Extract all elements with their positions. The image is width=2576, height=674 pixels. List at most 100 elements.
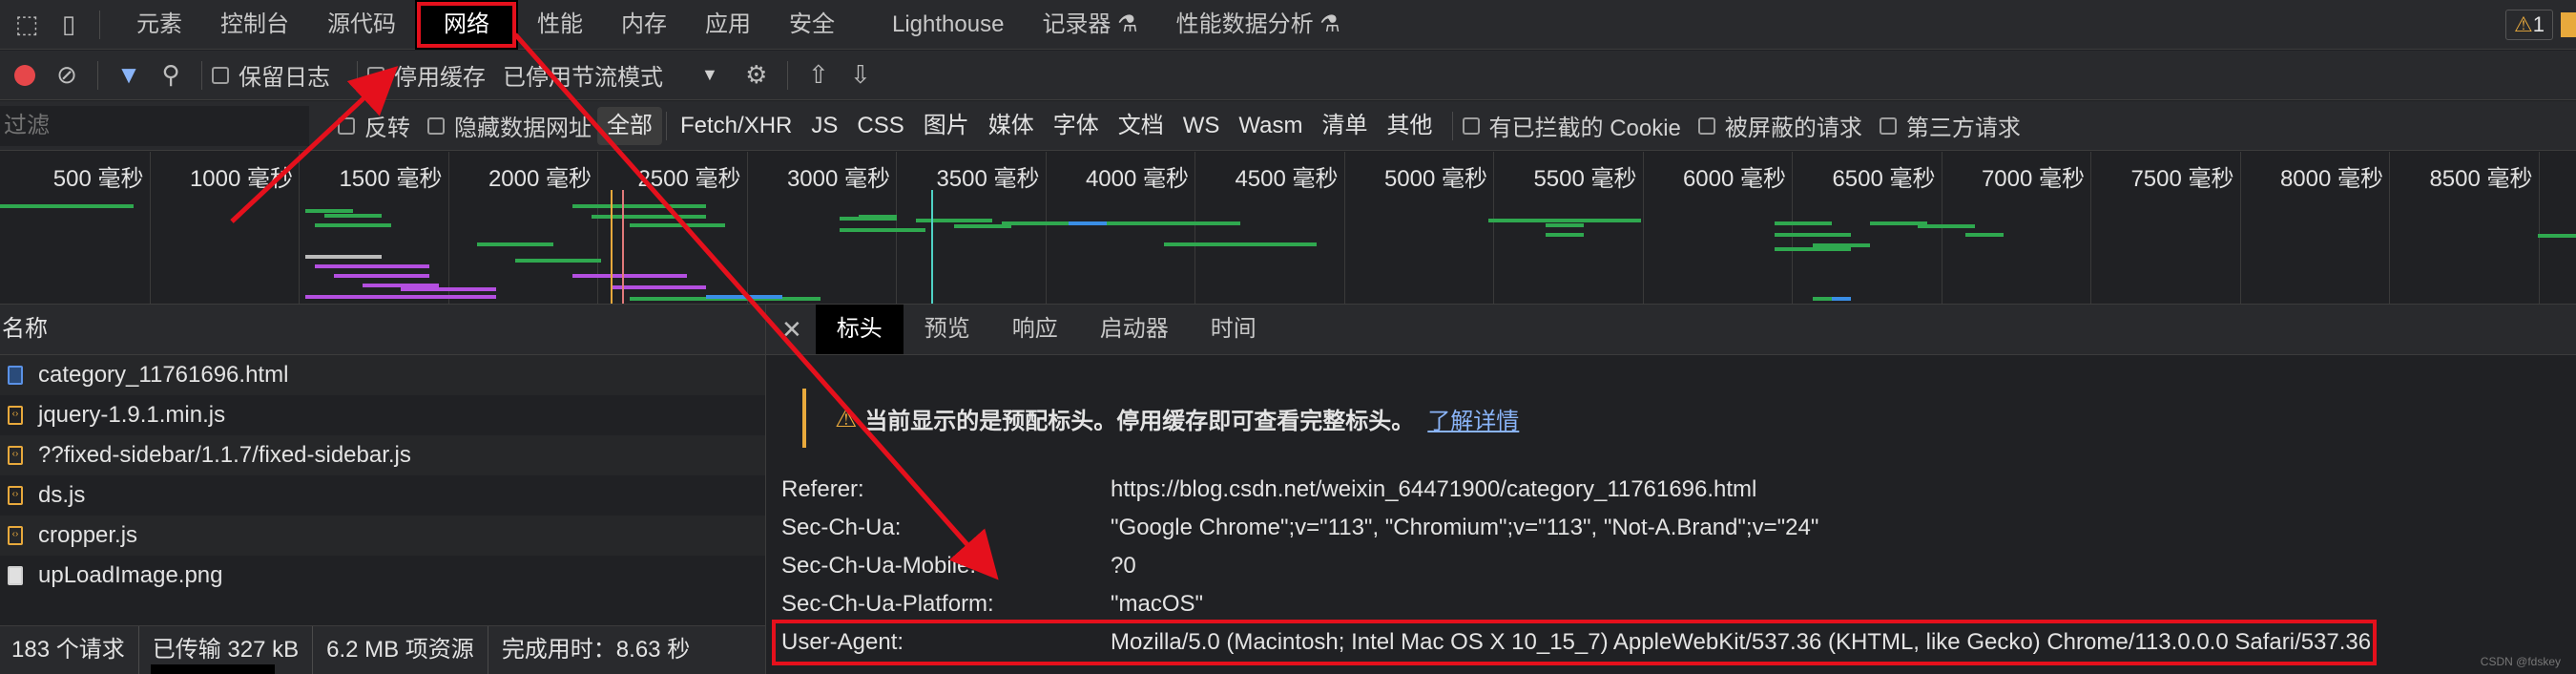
tab-headers[interactable]: 标头 xyxy=(815,305,904,354)
tab-performance[interactable]: 性能 xyxy=(518,0,602,50)
filter-icon[interactable]: ▼ xyxy=(108,54,150,96)
third-party-checkbox[interactable]: 第三方请求 xyxy=(1879,109,2021,142)
import-har-icon[interactable]: ⇧ xyxy=(798,54,840,96)
inspect-element-icon[interactable]: ⬚ xyxy=(6,4,48,46)
filter-type-js[interactable]: JS xyxy=(801,107,847,145)
request-row[interactable]: ‹› ds.js xyxy=(0,475,765,516)
issues-badge-icon[interactable] xyxy=(2561,11,2576,37)
clear-icon[interactable]: ⊘ xyxy=(46,54,88,96)
waterfall-segment xyxy=(592,215,706,219)
warning-icon: ⚠ xyxy=(2514,11,2533,36)
throttling-select[interactable]: 已停用节流模式 ▼ xyxy=(503,58,718,92)
hide-data-urls-checkbox[interactable]: 隐藏数据网址 xyxy=(427,109,592,142)
request-name: ??fixed-sidebar/1.1.7/fixed-sidebar.js xyxy=(38,442,411,468)
device-toolbar-icon[interactable]: ▯ xyxy=(48,4,90,46)
tab-performance-insights[interactable]: 性能数据分析 ⚗ xyxy=(1157,0,1360,50)
tab-response[interactable]: 响应 xyxy=(991,305,1079,354)
tab-recorder[interactable]: 记录器 ⚗ xyxy=(1023,0,1156,50)
filter-type-ws[interactable]: WS xyxy=(1174,107,1230,145)
tab-application[interactable]: 应用 xyxy=(686,0,770,50)
tab-sources[interactable]: 源代码 xyxy=(308,0,415,50)
request-row[interactable]: upLoadImage.png xyxy=(0,556,765,596)
blocked-cookies-checkbox[interactable]: 有已拦截的 Cookie xyxy=(1462,109,1681,142)
tab-recorder-label: 记录器 xyxy=(1042,11,1111,37)
filter-type-img[interactable]: 图片 xyxy=(914,107,979,145)
filter-type-font[interactable]: 字体 xyxy=(1044,107,1109,145)
tab-memory[interactable]: 内存 xyxy=(602,0,686,50)
network-toolbar: ⊘ ▼ ⚲ 保留日志 停用缓存 已停用节流模式 ▼ ⚙ ⇧ ⇩ xyxy=(0,51,2576,100)
search-icon[interactable]: ⚲ xyxy=(150,54,192,96)
tab-timing[interactable]: 时间 xyxy=(1190,305,1278,354)
waterfall-segment xyxy=(1775,233,1851,237)
request-name: category_11761696.html xyxy=(38,362,289,388)
provisional-headers-warning: ⚠ 当前显示的是预配标头。停用缓存即可查看完整标头。 了解详情 xyxy=(802,389,1951,448)
tab-initiator[interactable]: 启动器 xyxy=(1079,305,1190,354)
filter-type-wasm[interactable]: Wasm xyxy=(1229,107,1312,145)
disable-cache-checkbox[interactable]: 停用缓存 xyxy=(367,58,486,92)
waterfall-segment xyxy=(2538,234,2576,238)
flask-icon: ⚗ xyxy=(1319,11,1340,37)
filter-input[interactable] xyxy=(0,105,309,146)
waterfall-segment xyxy=(1546,223,1584,227)
export-har-icon[interactable]: ⇩ xyxy=(840,54,882,96)
waterfall-segment xyxy=(572,274,687,278)
request-detail-panel: ✕ 标头 预览 响应 启动器 时间 ⚠ 当前显示的是预配标头。停用缓存即可查看完… xyxy=(766,305,2576,674)
tab-console[interactable]: 控制台 xyxy=(201,0,308,50)
header-row-sec-ch-ua: Sec-Ch-Ua: "Google Chrome";v="113", "Chro… xyxy=(781,509,1818,547)
request-row[interactable]: ‹› cropper.js xyxy=(0,516,765,556)
record-icon[interactable] xyxy=(4,54,46,96)
preserve-log-checkbox[interactable]: 保留日志 xyxy=(212,58,330,92)
request-row[interactable]: ‹› jquery-1.9.1.min.js xyxy=(0,395,765,435)
timeline-tick-label: 4000 毫秒 xyxy=(1085,166,1189,192)
timeline-tick-label: 3000 毫秒 xyxy=(786,166,890,192)
request-count: 183 个请求 xyxy=(0,626,139,674)
filter-type-fetch-xhr[interactable]: Fetch/XHR xyxy=(671,107,801,145)
detail-tabs: ✕ 标头 预览 响应 启动器 时间 xyxy=(766,305,2576,355)
horizontal-scrollbar[interactable] xyxy=(151,664,275,674)
script-file-icon: ‹› xyxy=(8,526,23,545)
header-value: https://blog.csdn.net/weixin_64471900/ca… xyxy=(1111,476,1757,502)
name-column-header[interactable]: 名称 xyxy=(0,305,765,355)
filter-type-other[interactable]: 其他 xyxy=(1378,107,1443,145)
network-conditions-icon[interactable]: ⚙ xyxy=(736,54,778,96)
timeline-tick-label: 500 毫秒 xyxy=(52,166,144,192)
warnings-badge[interactable]: ⚠1 xyxy=(2505,9,2553,40)
filter-type-all[interactable]: 全部 xyxy=(597,106,662,145)
request-name: cropper.js xyxy=(38,522,138,548)
image-file-icon xyxy=(8,566,23,585)
filter-type-manifest[interactable]: 清单 xyxy=(1313,107,1378,145)
request-row[interactable]: category_11761696.html xyxy=(0,355,765,395)
tab-elements[interactable]: 元素 xyxy=(117,0,201,50)
blocked-requests-label: 被屏蔽的请求 xyxy=(1724,116,1862,141)
filter-type-doc[interactable]: 文档 xyxy=(1109,107,1174,145)
invert-checkbox[interactable]: 反转 xyxy=(338,109,410,142)
timeline-tick-label: 7000 毫秒 xyxy=(1981,166,2085,192)
header-value: ?0 xyxy=(1111,553,1136,579)
blocked-requests-checkbox[interactable]: 被屏蔽的请求 xyxy=(1697,109,1862,142)
request-row[interactable]: ‹› ??fixed-sidebar/1.1.7/fixed-sidebar.js xyxy=(0,435,765,475)
request-name: jquery-1.9.1.min.js xyxy=(38,402,226,428)
tab-lighthouse[interactable]: Lighthouse xyxy=(873,0,1023,50)
script-file-icon: ‹› xyxy=(8,446,23,465)
timeline-tick-label: 1000 毫秒 xyxy=(189,166,293,192)
header-value: "Google Chrome";v="113", "Chromium";v="1… xyxy=(1111,515,1819,540)
waterfall-segment xyxy=(324,214,382,218)
filter-type-media[interactable]: 媒体 xyxy=(979,107,1044,145)
warning-text: 当前显示的是预配标头。停用缓存即可查看完整标头。 xyxy=(864,408,1415,434)
learn-more-link[interactable]: 了解详情 xyxy=(1427,402,1519,435)
load-marker xyxy=(622,190,624,304)
warning-icon: ⚠ xyxy=(835,403,858,432)
blocked-cookies-label: 有已拦截的 Cookie xyxy=(1488,116,1681,141)
document-file-icon xyxy=(8,366,23,385)
tab-network[interactable]: 网络 xyxy=(415,0,518,50)
waterfall-segment xyxy=(0,204,134,208)
header-key: Referer: xyxy=(781,476,864,502)
network-overview-timeline[interactable]: 500 毫秒 1000 毫秒 1500 毫秒 2000 毫秒 2500 毫秒 3000 毫… xyxy=(0,152,2576,305)
waterfall-segment xyxy=(1965,233,2004,237)
tab-security[interactable]: 安全 xyxy=(770,0,854,50)
warnings-count: 1 xyxy=(2532,11,2545,36)
filter-type-css[interactable]: CSS xyxy=(847,107,913,145)
close-icon[interactable]: ✕ xyxy=(766,315,816,345)
waterfall-segment xyxy=(611,285,706,289)
tab-preview[interactable]: 预览 xyxy=(904,305,991,354)
